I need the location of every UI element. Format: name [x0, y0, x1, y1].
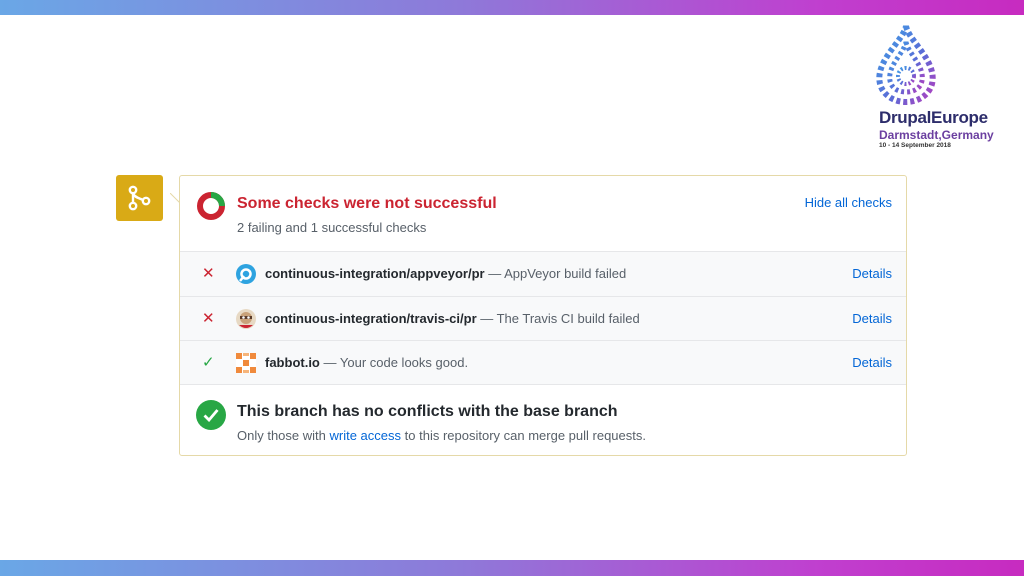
hide-all-checks-link[interactable]: Hide all checks — [805, 195, 892, 210]
appveyor-icon — [236, 264, 256, 284]
fabbot-icon — [236, 353, 256, 373]
checks-status-ring-icon — [197, 192, 225, 220]
details-link[interactable]: Details — [852, 266, 892, 281]
success-check-icon: ✓ — [202, 354, 215, 371]
check-text: fabbot.io — Your code looks good. — [265, 355, 468, 370]
fail-x-icon: ✕ — [202, 310, 215, 327]
merge-title: This branch has no conflicts with the ba… — [237, 403, 618, 420]
git-merge-badge — [116, 175, 163, 221]
checks-list: ✕ continuous-integration/appveyor/pr — A… — [180, 251, 906, 385]
check-text: continuous-integration/travis-ci/pr — Th… — [265, 311, 640, 326]
write-access-link[interactable]: write access — [330, 428, 402, 443]
merge-checks-panel: Some checks were not successful 2 failin… — [179, 175, 907, 456]
check-row-appveyor: ✕ continuous-integration/appveyor/pr — A… — [180, 252, 906, 296]
merge-sub-suffix: to this repository can merge pull reques… — [401, 428, 646, 443]
check-description: — The Travis CI build failed — [476, 311, 640, 326]
merge-status: This branch has no conflicts with the ba… — [180, 383, 906, 455]
drop-logo-icon — [876, 25, 936, 106]
checks-subtitle: 2 failing and 1 successful checks — [237, 220, 427, 235]
bottom-gradient-bar — [0, 560, 1024, 576]
top-gradient-bar — [0, 0, 1024, 15]
merge-sub-prefix: Only those with — [237, 428, 330, 443]
git-merge-icon — [128, 185, 151, 211]
check-row-fabbot: ✓ fabbot.io — Your code looks good. Deta… — [180, 340, 906, 385]
logo-name: DrupalEurope — [879, 108, 988, 127]
check-description: — AppVeyor build failed — [484, 266, 627, 281]
merge-subtitle: Only those with write access to this rep… — [237, 428, 646, 443]
drupal-europe-logo: DrupalEurope Darmstadt,Germany 10 - 14 S… — [872, 24, 1012, 154]
checks-title: Some checks were not successful — [237, 195, 497, 212]
check-description: — Your code looks good. — [319, 355, 469, 370]
details-link[interactable]: Details — [852, 311, 892, 326]
checks-header: Some checks were not successful 2 failin… — [180, 176, 906, 251]
success-circle-icon — [196, 400, 226, 430]
check-name: fabbot.io — [265, 355, 320, 370]
travis-ci-icon — [236, 309, 256, 329]
logo-location: Darmstadt,Germany — [879, 128, 994, 142]
logo-dates: 10 - 14 September 2018 — [879, 142, 951, 149]
check-icon — [203, 409, 219, 422]
check-text: continuous-integration/appveyor/pr — App… — [265, 266, 626, 281]
check-row-travis: ✕ continuous-integration/travis-ci/pr — … — [180, 296, 906, 341]
fail-x-icon: ✕ — [202, 265, 215, 282]
details-link[interactable]: Details — [852, 355, 892, 370]
check-name: continuous-integration/travis-ci/pr — [265, 311, 477, 326]
check-name: continuous-integration/appveyor/pr — [265, 266, 485, 281]
